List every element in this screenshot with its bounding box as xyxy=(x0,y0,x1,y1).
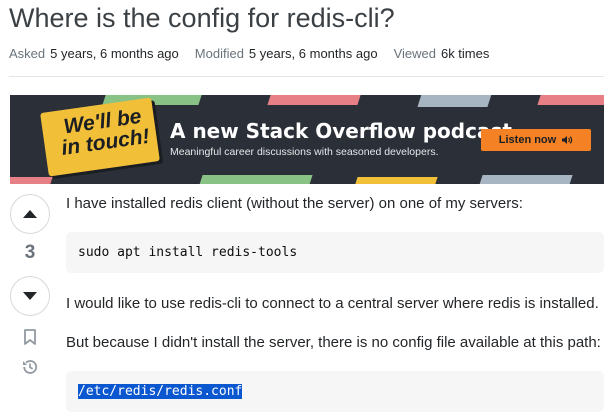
viewed-meta: Viewed 6k times xyxy=(394,46,490,61)
history-icon[interactable] xyxy=(21,358,39,376)
asked-label: Asked xyxy=(9,46,46,61)
banner-stripe xyxy=(352,177,438,184)
post-paragraph: I have installed redis client (without t… xyxy=(66,195,523,212)
header-divider xyxy=(9,76,604,77)
arrow-down-icon xyxy=(23,292,37,300)
post-paragraph: But because I didn't install the server,… xyxy=(66,334,601,351)
viewed-label: Viewed xyxy=(393,46,436,61)
code-block: /etc/redis/redis.conf xyxy=(66,371,604,412)
asked-value: 5 years, 6 months ago xyxy=(50,46,179,61)
selected-code-text[interactable]: /etc/redis/redis.conf xyxy=(78,384,243,399)
speaker-icon xyxy=(562,136,573,144)
banner-stripe xyxy=(537,95,604,105)
arrow-up-icon xyxy=(23,210,37,218)
downvote-button[interactable] xyxy=(10,276,50,316)
listen-now-button[interactable]: Listen now xyxy=(481,129,591,151)
modified-value[interactable]: 5 years, 6 months ago xyxy=(249,46,378,61)
vote-count: 3 xyxy=(24,242,36,263)
banner-stripe xyxy=(267,95,363,105)
upvote-button[interactable] xyxy=(10,194,50,234)
modified-label: Modified xyxy=(194,46,244,61)
viewed-value: 6k times xyxy=(440,46,490,61)
question-meta: Asked 5 years, 6 months ago Modified 5 yea… xyxy=(9,46,489,61)
question-title[interactable]: Where is the config for redis-cli? xyxy=(9,0,395,36)
code-text: sudo apt install redis-tools xyxy=(78,245,298,260)
banner-stripe xyxy=(197,175,313,184)
banner-headline: A new Stack Overflow podcast. xyxy=(170,119,520,143)
asked-meta: Asked 5 years, 6 months ago xyxy=(9,46,179,61)
bookmark-icon[interactable] xyxy=(21,328,39,346)
banner-subline: Meaningful career discussions with seaso… xyxy=(170,146,439,158)
banner-stripe xyxy=(477,175,573,184)
modified-meta: Modified 5 years, 6 months ago xyxy=(195,46,378,61)
listen-now-label: Listen now xyxy=(498,134,557,146)
banner-stripe xyxy=(417,95,493,107)
podcast-banner[interactable]: We'll be in touch! A new Stack Overflow … xyxy=(10,95,604,184)
post-paragraph: I would like to use redis-cli to connect… xyxy=(66,295,599,312)
code-block: sudo apt install redis-tools xyxy=(66,232,604,273)
banner-stripe xyxy=(10,177,53,184)
